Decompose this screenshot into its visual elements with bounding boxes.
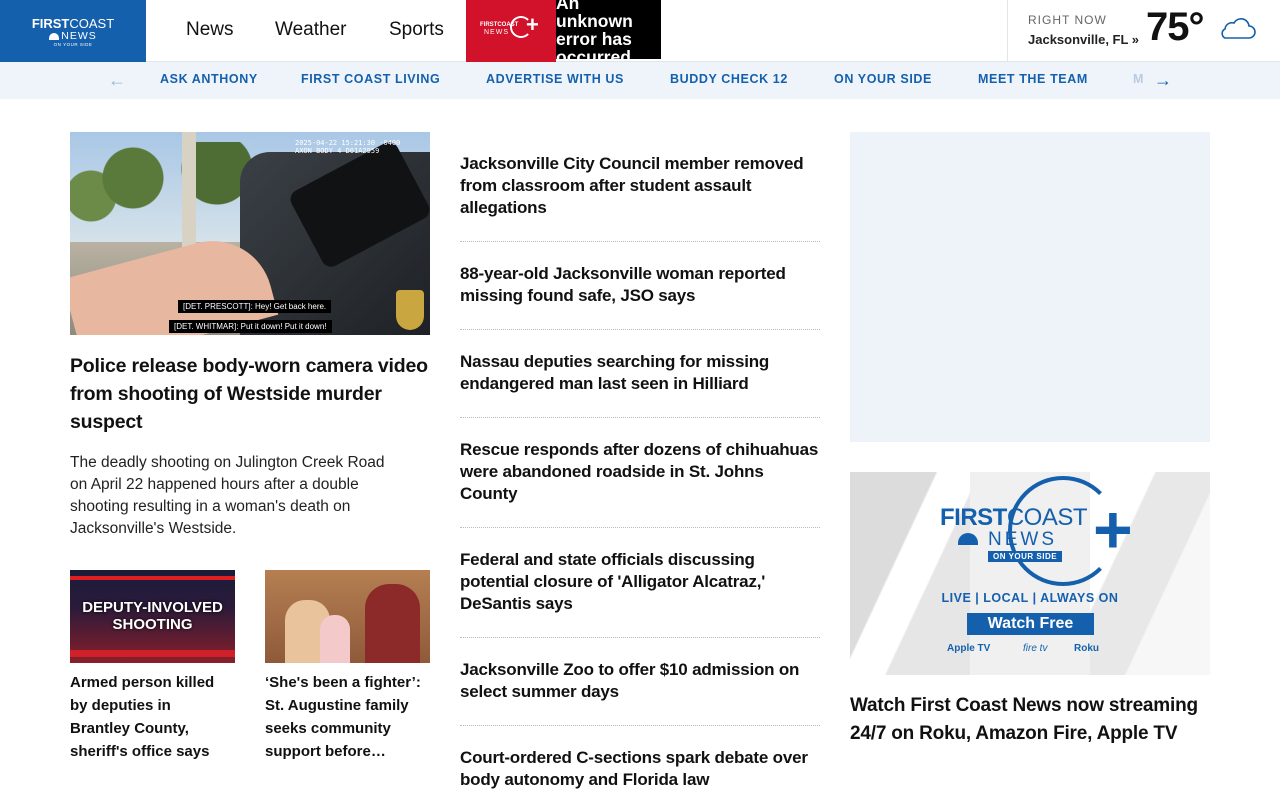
plus-streaming-link[interactable]: FIRSTCOAST NEWS + <box>466 0 556 62</box>
subnav-ask-anthony[interactable]: ASK ANTHONY <box>160 72 258 86</box>
nav-news[interactable]: News <box>186 19 234 41</box>
story-thumbnail[interactable]: DEPUTY-INVOLVED SHOOTING <box>70 570 235 663</box>
plus-logo-line2: NEWS <box>484 29 509 36</box>
watch-free-button[interactable]: Watch Free <box>967 613 1094 635</box>
promo-brand-first: FIRST <box>940 504 1007 531</box>
ad-placeholder <box>850 132 1210 442</box>
fire-tv-icon: fire tv <box>1023 643 1048 654</box>
logo-tagline: ON YOUR SIDE <box>53 42 93 47</box>
story-divider <box>460 725 820 726</box>
site-logo[interactable]: FIRSTCOAST NEWS ON YOUR SIDE <box>0 0 146 62</box>
subnav-overflow: M <box>1122 62 1152 99</box>
story-headline-link[interactable]: 88-year-old Jacksonville woman reported … <box>460 263 820 307</box>
story-divider <box>460 637 820 638</box>
subnav-next-arrow-icon[interactable]: → <box>1154 70 1172 91</box>
story-divider <box>460 527 820 528</box>
roku-icon: Roku <box>1074 643 1099 654</box>
hero-image[interactable]: 2025-04-22 15:21:30 -0400 AXON BODY 4 D0… <box>70 132 430 335</box>
story-headline-link[interactable]: Court-ordered C-sections spark debate ov… <box>460 747 820 791</box>
sheriff-badge-icon <box>396 290 424 330</box>
weather-label: RIGHT NOW <box>1028 13 1107 27</box>
story-headline-link[interactable]: Armed person killed by deputies in Brant… <box>70 671 235 763</box>
story-divider <box>460 329 820 330</box>
video-caption: [DET. PRESCOTT]: Hey! Get back here. <box>178 300 332 313</box>
thumbnail-overlay-text: DEPUTY-INVOLVED SHOOTING <box>82 599 223 633</box>
nav-weather[interactable]: Weather <box>275 19 346 41</box>
story-thumbnail[interactable] <box>265 570 430 663</box>
logo-news: NEWS <box>61 30 97 42</box>
weather-divider <box>1007 0 1008 62</box>
streaming-promo-banner[interactable]: + FIRSTCOAST NEWS ON YOUR SIDE LIVE | LO… <box>850 472 1210 675</box>
error-message: An unknown error has occurred <box>556 0 633 59</box>
story-headline-link[interactable]: Jacksonville City Council member removed… <box>460 153 820 219</box>
story-headline-link[interactable]: Rescue responds after dozens of chihuahu… <box>460 439 820 505</box>
promo-headline-link[interactable]: Watch First Coast News now streaming 24/… <box>850 692 1210 748</box>
subnav-first-coast-living[interactable]: FIRST COAST LIVING <box>301 72 440 86</box>
subnav-prev-arrow-icon[interactable]: ← <box>108 70 126 91</box>
story-headline-link[interactable]: Nassau deputies searching for missing en… <box>460 351 820 395</box>
promo-brand-tagline: ON YOUR SIDE <box>988 551 1063 562</box>
plus-icon: + <box>1093 492 1133 568</box>
weather-temperature[interactable]: 75° <box>1146 5 1204 50</box>
peacock-icon <box>958 533 978 545</box>
logo-coast: COAST <box>69 16 115 31</box>
story-headline-link[interactable]: Jacksonville Zoo to offer $10 admission … <box>460 659 820 703</box>
hero-summary: The deadly shooting on Julington Creek R… <box>70 454 385 537</box>
story-divider <box>460 417 820 418</box>
nav-sports[interactable]: Sports <box>389 19 444 41</box>
subnav-meet-the-team[interactable]: MEET THE TEAM <box>978 72 1088 86</box>
subnav-buddy-check-12[interactable]: BUDDY CHECK 12 <box>670 72 788 86</box>
apple-tv-icon: Apple TV <box>947 643 991 654</box>
promo-brand-coast: COAST <box>1006 504 1088 531</box>
subnav-partial-item[interactable]: M <box>1133 72 1144 86</box>
story-headline-link[interactable]: ‘She's been a fighter’: St. Augustine fa… <box>265 671 430 763</box>
plus-icon: + <box>526 12 539 37</box>
video-caption: [DET. WHITMAR]: Put it down! Put it down… <box>169 320 332 333</box>
weather-location-link[interactable]: Jacksonville, FL » <box>1028 32 1139 47</box>
subnav-on-your-side[interactable]: ON YOUR SIDE <box>834 72 932 86</box>
promo-tagline: LIVE | LOCAL | ALWAYS ON <box>941 591 1119 605</box>
promo-brand-news: NEWS <box>988 529 1057 550</box>
site-header: FIRSTCOAST NEWS ON YOUR SIDE News Weathe… <box>0 0 1280 62</box>
secondary-nav: ← ASK ANTHONY FIRST COAST LIVING ADVERTI… <box>0 62 1280 99</box>
error-widget: An unknown error has occurred <box>556 0 661 59</box>
subnav-advertise-with-us[interactable]: ADVERTISE WITH US <box>486 72 624 86</box>
bodycam-timestamp: 2025-04-22 15:21:30 -0400 AXON BODY 4 D0… <box>295 139 401 155</box>
story-headline-link[interactable]: Federal and state officials discussing p… <box>460 549 820 615</box>
peacock-icon <box>49 32 60 40</box>
hero-headline-link[interactable]: Police release body-worn camera video fr… <box>70 352 430 436</box>
story-divider <box>460 241 820 242</box>
logo-first: FIRST <box>31 16 70 31</box>
cloud-icon <box>1221 18 1256 39</box>
